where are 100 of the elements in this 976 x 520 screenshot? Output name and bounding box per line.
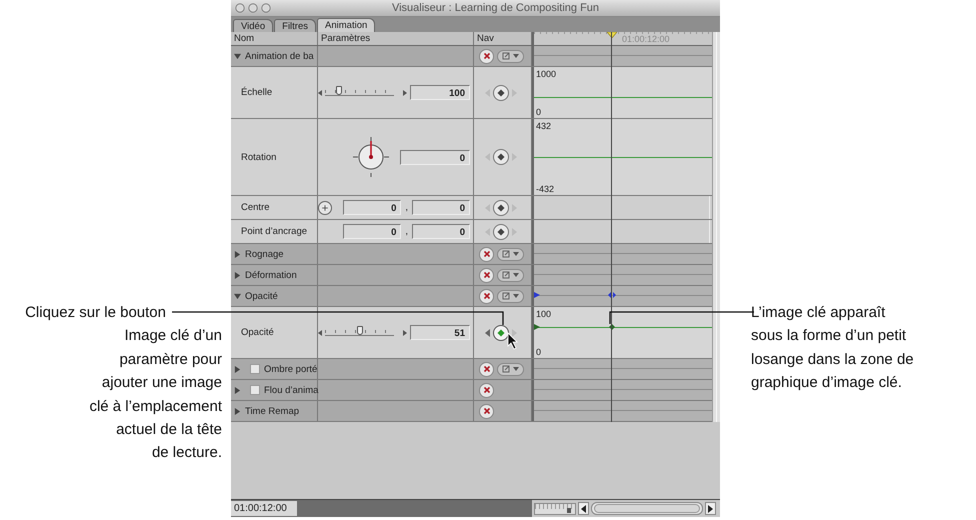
close-icon — [482, 292, 490, 300]
edit-icon — [502, 292, 510, 300]
arrow-right-icon[interactable] — [403, 90, 408, 96]
timecode-field[interactable]: 01:00:12:00 — [231, 501, 297, 516]
disclosure-triangle-icon[interactable] — [234, 366, 241, 372]
disclosure-triangle-icon[interactable] — [234, 408, 241, 414]
arrow-left-icon — [581, 504, 586, 512]
checkbox[interactable] — [250, 364, 260, 374]
disclosure-triangle-icon[interactable] — [234, 292, 241, 300]
caret-icon — [513, 294, 519, 298]
tab[interactable]: Animation — [317, 18, 376, 32]
caret-icon — [513, 54, 519, 58]
separator-text: , — [404, 202, 409, 213]
keyframe-button[interactable] — [493, 224, 509, 240]
slider-thumb[interactable] — [336, 86, 342, 94]
row-label: Flou d’anima — [264, 384, 318, 396]
keyframe-button[interactable] — [493, 200, 509, 216]
row-label: Time Remap — [245, 406, 300, 416]
parameter-label: Échelle — [240, 87, 272, 98]
menu-button[interactable] — [497, 248, 524, 260]
caret-icon — [513, 252, 519, 256]
value-field[interactable]: 0 — [400, 150, 470, 164]
keyframe-button[interactable] — [493, 84, 509, 100]
menu-button[interactable] — [497, 362, 524, 376]
delete-button[interactable] — [479, 382, 494, 398]
delete-button[interactable] — [479, 246, 494, 262]
row-label: Rognage — [245, 248, 284, 260]
diamond-icon — [497, 153, 505, 161]
close-icon — [482, 271, 490, 279]
zoom-slider[interactable] — [534, 502, 576, 514]
arrow-left-icon[interactable] — [318, 90, 322, 96]
menu-button[interactable] — [497, 268, 524, 282]
previous-keyframe-icon[interactable] — [485, 328, 490, 336]
menu-button[interactable] — [497, 50, 524, 62]
parameter-label: Rotation — [240, 152, 276, 162]
diamond-icon — [497, 204, 505, 212]
delete-button[interactable] — [479, 288, 494, 304]
close-icon — [482, 250, 490, 258]
row-label: Déformation — [245, 270, 297, 280]
arrow-left-icon[interactable] — [318, 330, 322, 336]
keyframe-button[interactable] — [493, 149, 509, 165]
edit-icon — [502, 271, 510, 279]
edit-icon — [502, 365, 510, 373]
column-header: Nom — [231, 32, 318, 45]
scroll-left-button[interactable] — [578, 502, 589, 515]
keyframe-button[interactable] — [493, 324, 509, 340]
parameter-label: Centre — [240, 202, 270, 213]
window-title: Visualiseur : Learning de Compositing Fun — [390, 2, 600, 14]
callout-text: Cliquez sur le bouton Image clé d’un paramètre pour ajouter une image clé à l’emplacement actuel de la tête de lecture. — [24, 303, 223, 464]
disclosure-triangle-icon[interactable] — [234, 52, 241, 60]
scroll-right-button[interactable] — [705, 502, 716, 515]
caret-icon — [513, 273, 519, 277]
zoom-thumb[interactable] — [567, 508, 571, 512]
value-field[interactable]: 51 — [410, 325, 470, 340]
delete-button[interactable] — [479, 362, 494, 376]
close-icon — [482, 407, 490, 415]
keyframe-icon[interactable] — [534, 324, 540, 330]
parameter-label: Point d’ancrage — [240, 226, 308, 237]
ruler-timecode: 01:00:12:00 — [622, 34, 670, 44]
value-field[interactable]: 0 — [343, 224, 402, 239]
plus-icon — [321, 204, 330, 212]
value-field[interactable]: 0 — [412, 200, 470, 215]
arrow-right-icon[interactable] — [403, 330, 408, 336]
scrollbar[interactable] — [591, 502, 703, 515]
delete-button[interactable] — [479, 268, 494, 282]
disclosure-triangle-icon[interactable] — [234, 272, 241, 278]
diamond-icon — [497, 88, 505, 96]
value-field[interactable]: 0 — [343, 200, 402, 215]
edit-icon — [502, 52, 510, 60]
row-label: Ombre porté — [264, 364, 318, 374]
slider-thumb[interactable] — [356, 326, 363, 334]
disclosure-triangle-icon[interactable] — [234, 386, 241, 394]
tab[interactable]: Vidéo — [233, 19, 274, 32]
row-label: Opacité — [245, 290, 278, 302]
graph-min-label: -432 — [536, 184, 554, 194]
graph-max-label: 432 — [536, 121, 552, 131]
keyframe-marker-icon[interactable] — [608, 292, 616, 298]
caret-icon — [513, 367, 519, 371]
tab[interactable]: Filtres — [274, 19, 316, 32]
scrollbar-thumb[interactable] — [594, 504, 700, 513]
value-field[interactable]: 100 — [410, 85, 470, 100]
close-icon — [482, 52, 490, 60]
delete-button[interactable] — [479, 404, 494, 418]
parameter-label: Opacité — [240, 327, 274, 338]
checkbox[interactable] — [250, 385, 260, 395]
graph-max-label: 1000 — [536, 69, 556, 79]
menu-button[interactable] — [497, 290, 524, 302]
keyframe-marker-icon[interactable] — [534, 292, 540, 298]
value-field[interactable]: 0 — [412, 224, 470, 239]
delete-button[interactable] — [479, 48, 494, 64]
callout-text: L’image clé apparaît sous la forme d’un petit losange dans la zone de graphique d’image clé. — [751, 303, 915, 394]
crosshair-button[interactable] — [318, 200, 332, 214]
row-label: Animation de ba — [245, 50, 314, 62]
diamond-icon — [497, 328, 505, 336]
edit-icon — [502, 250, 510, 258]
disclosure-triangle-icon[interactable] — [234, 250, 241, 258]
diamond-icon — [497, 228, 505, 236]
column-header: Paramètres — [318, 32, 474, 45]
close-icon — [482, 386, 490, 394]
graph-min-label: 0 — [536, 107, 542, 117]
